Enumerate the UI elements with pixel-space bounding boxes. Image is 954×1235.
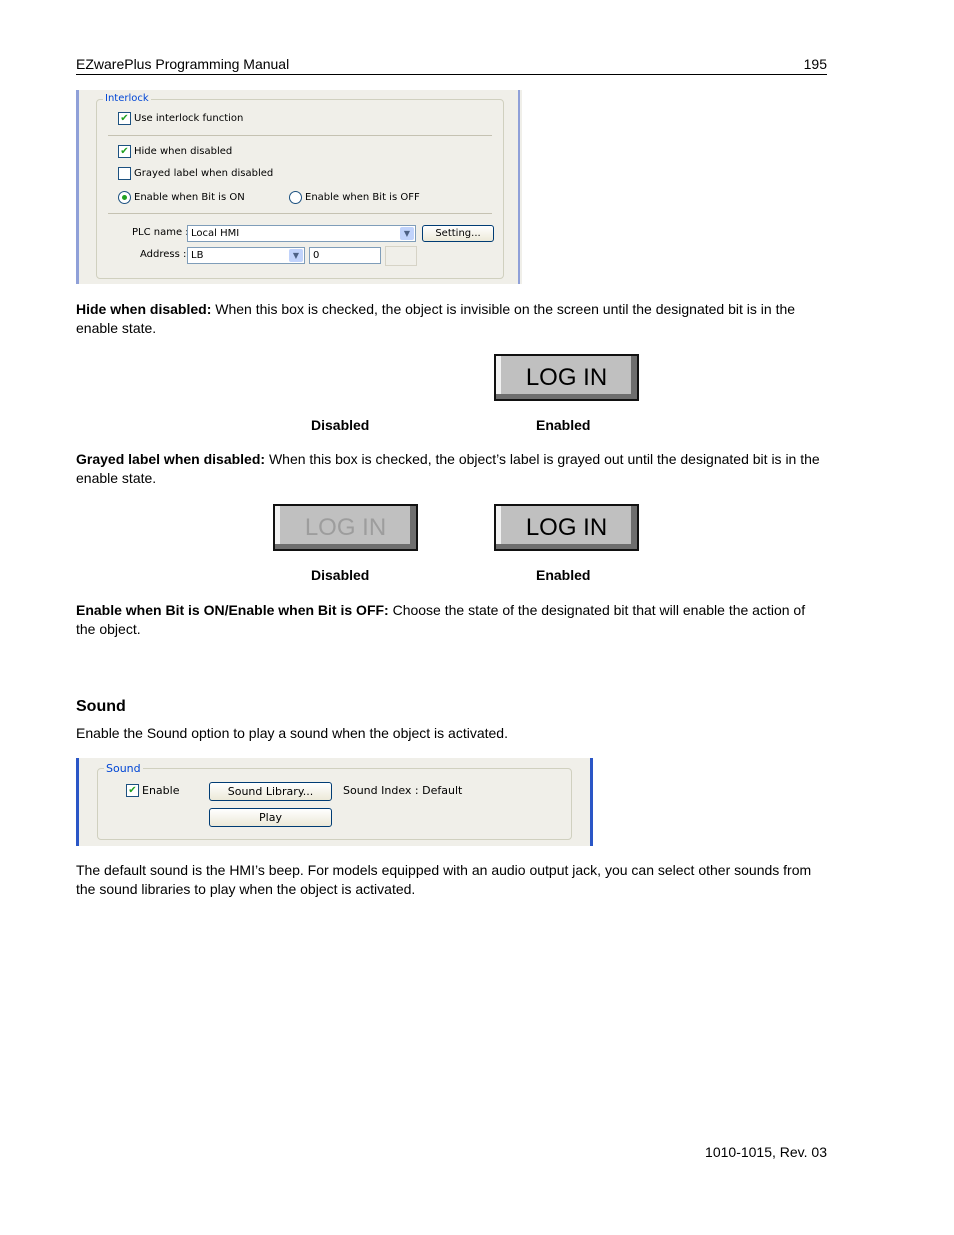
enable-when-bit-description: Enable when Bit is ON/Enable when Bit is… (76, 601, 826, 639)
address-label: Address : (140, 249, 187, 260)
login-button-label: LOG IN (525, 363, 608, 391)
caption-enabled: Enabled (536, 567, 591, 583)
sound-library-button[interactable]: Sound Library... (209, 782, 332, 801)
sound-heading: Sound (76, 698, 126, 715)
sound-intro: Enable the Sound option to play a sound … (76, 725, 508, 741)
caption-disabled: Disabled (311, 567, 370, 583)
plc-name-value: Local HMI (191, 228, 240, 239)
sound-default-description: The default sound is the HMI’s beep. For… (76, 862, 812, 897)
address-type-select[interactable]: LB ▼ (187, 247, 305, 264)
grayed-label-description: Grayed label when disabled: When this bo… (76, 450, 826, 488)
separator (108, 135, 492, 136)
enable-on-label: Enable when Bit is ON (134, 192, 245, 203)
use-interlock-checkbox[interactable]: ✔ Use interlock function (118, 112, 243, 125)
chevron-down-icon[interactable]: ▼ (400, 227, 414, 240)
hide-when-disabled-checkbox[interactable]: ✔ Hide when disabled (118, 145, 232, 158)
enable-on-radio[interactable]: Enable when Bit is ON (118, 191, 245, 204)
window-edge-left (76, 758, 79, 846)
term: Hide when disabled: (76, 301, 212, 317)
page-number: 195 (803, 56, 827, 72)
plc-name-select[interactable]: Local HMI ▼ (187, 225, 416, 242)
login-button-label: LOG IN (525, 513, 608, 541)
interlock-group-label: Interlock (103, 93, 151, 104)
setting-button[interactable]: Setting... (422, 225, 494, 242)
hide-when-disabled-description: Hide when disabled: When this box is che… (76, 300, 826, 338)
window-edge-right (518, 90, 520, 284)
login-button-label: LOG IN (304, 513, 387, 541)
checkbox-unchecked-icon (118, 167, 131, 180)
hide-when-disabled-label: Hide when disabled (134, 146, 233, 157)
plc-name-label: PLC name : (132, 227, 189, 238)
grayed-label-checkbox[interactable]: Grayed label when disabled (118, 167, 273, 180)
grayed-label-label: Grayed label when disabled (134, 168, 274, 179)
term: Enable when Bit is ON/Enable when Bit is… (76, 602, 389, 618)
address-input[interactable]: 0 (309, 247, 381, 264)
play-button[interactable]: Play (209, 808, 332, 827)
enable-off-label: Enable when Bit is OFF (305, 192, 420, 203)
login-button-disabled: LOG IN (273, 504, 418, 551)
manual-title: EZwarePlus Programming Manual (76, 56, 290, 72)
use-interlock-label: Use interlock function (134, 113, 244, 124)
caption-disabled: Disabled (311, 417, 370, 433)
sound-enable-label: Enable (142, 784, 180, 797)
sound-enable-checkbox[interactable]: ✔ Enable (126, 784, 179, 797)
radio-unselected-icon (289, 191, 302, 204)
sound-dialog: Sound ✔ Enable Sound Library... Sound In… (76, 758, 593, 846)
address-type-value: LB (191, 250, 204, 261)
checkbox-checked-icon: ✔ (126, 784, 139, 797)
login-button-enabled: LOG IN (494, 504, 639, 551)
sound-group-label: Sound (104, 762, 143, 775)
chevron-down-icon[interactable]: ▼ (289, 249, 303, 262)
radio-selected-icon (118, 191, 131, 204)
checkbox-checked-icon: ✔ (118, 112, 131, 125)
address-value: 0 (313, 250, 320, 261)
window-edge-right (590, 758, 593, 846)
separator (108, 213, 492, 214)
window-edge-left (76, 90, 79, 284)
term: Grayed label when disabled: (76, 451, 266, 467)
sound-groupbox: Sound (97, 762, 572, 840)
caption-enabled: Enabled (536, 417, 591, 433)
enable-off-radio[interactable]: Enable when Bit is OFF (289, 191, 420, 204)
interlock-dialog: Interlock ✔ Use interlock function ✔ Hid… (76, 90, 522, 284)
login-button-enabled: LOG IN (494, 354, 639, 401)
document-revision: 1010-1015, Rev. 03 (705, 1144, 827, 1160)
checkbox-checked-icon: ✔ (118, 145, 131, 158)
page-header: EZwarePlus Programming Manual 195 (76, 56, 827, 75)
address-extra-field (385, 246, 417, 266)
sound-index-label: Sound Index : Default (343, 784, 463, 797)
